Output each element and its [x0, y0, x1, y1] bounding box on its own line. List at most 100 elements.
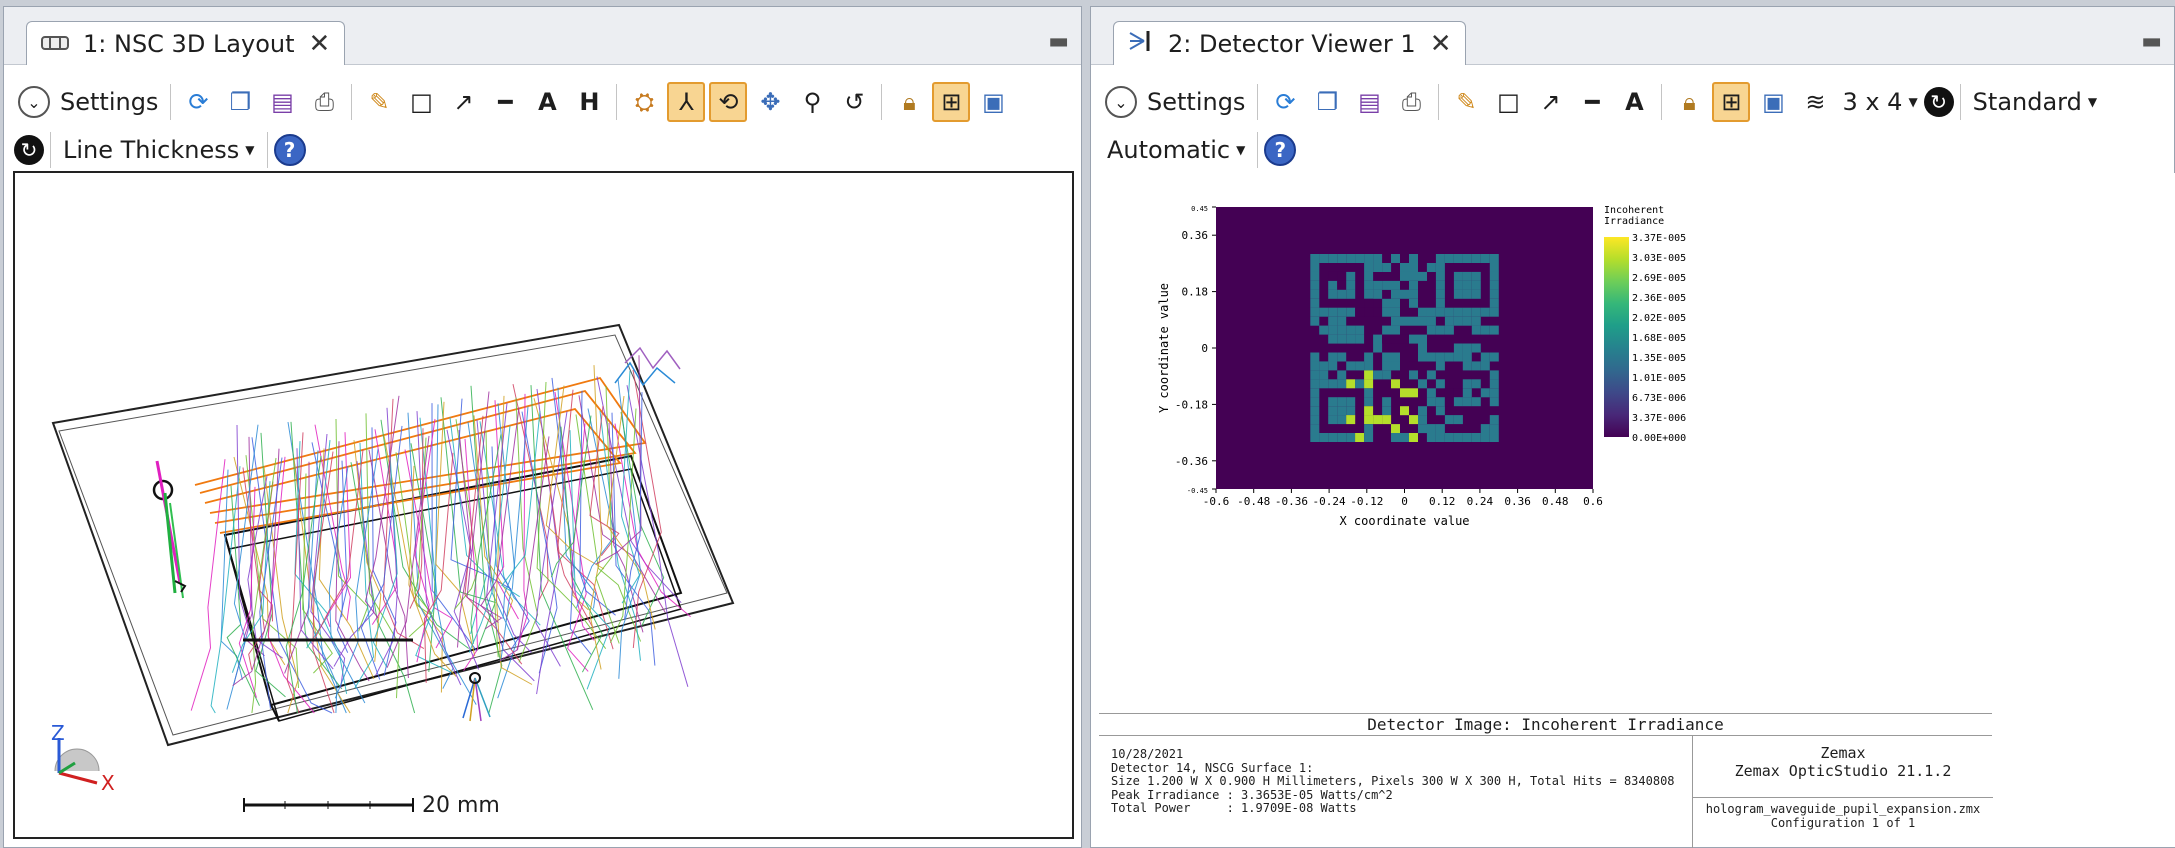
lock-icon[interactable]: 🔒︎	[1670, 82, 1708, 122]
pattern-cell	[1346, 379, 1356, 389]
rotate-object-icon[interactable]: ⟲	[709, 82, 748, 122]
save-icon[interactable]: ▤	[1350, 82, 1388, 122]
pattern-cell	[1409, 316, 1418, 326]
ray	[415, 417, 452, 673]
pattern-cell	[1319, 361, 1329, 371]
copy-icon[interactable]: ❐	[221, 82, 259, 122]
pattern-cell	[1391, 433, 1400, 442]
line-icon[interactable]: ━	[486, 82, 524, 122]
pattern-cell	[1328, 397, 1338, 407]
pattern-cell	[1480, 424, 1490, 434]
source-object	[152, 460, 187, 599]
display-mode-dropdown[interactable]: Standard ▼	[1967, 82, 2103, 122]
pattern-cell	[1418, 307, 1427, 317]
chevron-down-icon[interactable]: ⌄	[18, 86, 50, 118]
pattern-cell	[1364, 280, 1374, 290]
pattern-cell	[1462, 388, 1472, 398]
grid-layout-dropdown[interactable]: 3 x 4 ▼	[1836, 82, 1923, 122]
pattern-cell	[1444, 307, 1454, 317]
pattern-cell	[1382, 307, 1392, 317]
lock-icon[interactable]: 🔒︎	[890, 82, 928, 122]
pattern-cell	[1310, 433, 1320, 442]
pattern-cell	[1382, 325, 1392, 335]
scale-mode-dropdown[interactable]: Automatic ▼	[1101, 130, 1251, 170]
tab-detector-viewer[interactable]: 2: Detector Viewer 1 ✕	[1113, 21, 1467, 65]
pattern-cell	[1462, 343, 1472, 353]
layers-icon[interactable]: ≋	[1796, 82, 1834, 122]
pattern-cell	[1480, 388, 1490, 398]
arrow-icon[interactable]: ↗	[1531, 82, 1569, 122]
pattern-cell	[1310, 415, 1320, 425]
pattern-cell	[1346, 289, 1356, 299]
footer-line: Detector 14, NSCG Surface 1:	[1111, 760, 1314, 775]
pattern-cell	[1444, 433, 1454, 442]
tile-grid-icon[interactable]: ⊞	[1712, 82, 1751, 122]
print-icon[interactable]: ⎙	[1392, 82, 1430, 122]
rotate-view-icon[interactable]: ⛭	[625, 82, 663, 122]
3d-layout-canvas[interactable]: Z Y X 20 mm	[13, 171, 1074, 839]
footer-line: Peak Irradiance : 3.3653E-05 Watts/cm^2	[1111, 787, 1393, 802]
window-menu-icon[interactable]: ▬	[1048, 29, 1069, 54]
pan-icon[interactable]: ✥	[751, 82, 789, 122]
rectangle-icon[interactable]: □	[402, 82, 440, 122]
detector-plot-area[interactable]: -0.6 -0.48 -0.36 -0.24 -0.12 0 0.12 0.24 0.36 0.4…	[1091, 173, 2175, 848]
window-menu-icon[interactable]: ▬	[2141, 29, 2162, 54]
pencil-icon[interactable]: ✎	[360, 82, 398, 122]
pattern-cell	[1337, 307, 1347, 317]
arrow-icon[interactable]: ↗	[444, 82, 482, 122]
chevron-down-icon[interactable]: ⌄	[1105, 86, 1137, 118]
pattern-cell	[1328, 271, 1338, 281]
close-icon[interactable]: ✕	[1430, 29, 1452, 59]
footer-date: 10/28/2021	[1111, 747, 1184, 761]
pattern-cell	[1319, 433, 1329, 442]
dimension-icon[interactable]: H	[570, 82, 608, 122]
window-options-icon[interactable]: ▣	[974, 82, 1012, 122]
pattern-cell	[1328, 316, 1338, 326]
colorbar-label: 0.00E+000	[1632, 433, 1686, 444]
pattern-cell	[1364, 361, 1374, 371]
pattern-cell	[1453, 271, 1463, 281]
line-thickness-dropdown[interactable]: Line Thickness ▼	[57, 130, 261, 170]
pattern-cell	[1453, 433, 1463, 442]
save-icon[interactable]: ▤	[263, 82, 301, 122]
text-icon[interactable]: A	[528, 82, 566, 122]
pattern-cell	[1444, 397, 1454, 407]
pattern-cell	[1489, 433, 1499, 442]
pattern-cell	[1328, 406, 1338, 416]
refresh-icon[interactable]: ⟳	[1266, 82, 1304, 122]
rectangle-icon[interactable]: □	[1489, 82, 1527, 122]
axis-icon[interactable]: ⅄	[667, 82, 706, 122]
tab-strip: 2: Detector Viewer 1 ✕ ▬	[1091, 7, 2174, 65]
tile-grid-icon[interactable]: ⊞	[932, 82, 971, 122]
divider	[1959, 84, 1961, 120]
auto-update-icon[interactable]: ↻	[14, 135, 44, 165]
window-options-icon[interactable]: ▣	[1754, 82, 1792, 122]
zoom-icon[interactable]: ⚲	[793, 82, 831, 122]
refresh-icon[interactable]: ⟳	[179, 82, 217, 122]
line-icon[interactable]: ━	[1573, 82, 1611, 122]
text-icon[interactable]: A	[1615, 82, 1653, 122]
pattern-cell	[1480, 307, 1490, 317]
pattern-cell	[1489, 415, 1499, 425]
pattern-cell	[1435, 325, 1445, 335]
print-icon[interactable]: ⎙	[305, 82, 343, 122]
settings-button[interactable]: Settings	[54, 82, 164, 122]
auto-update-icon[interactable]: ↻	[1923, 87, 1954, 117]
pattern-cell	[1310, 370, 1320, 380]
footer-title: Detector Image: Incoherent Irradiance	[1099, 714, 1992, 736]
reset-view-icon[interactable]: ↺	[835, 82, 873, 122]
tab-nsc-3d-layout[interactable]: 1: NSC 3D Layout ✕	[26, 21, 346, 65]
company-name: Zemax	[1820, 744, 1866, 762]
copy-icon[interactable]: ❐	[1308, 82, 1346, 122]
pattern-cell	[1462, 307, 1472, 317]
divider	[616, 84, 618, 120]
pattern-cell	[1400, 433, 1409, 442]
layout-drawing	[51, 323, 735, 785]
help-icon[interactable]: ?	[273, 134, 306, 166]
pattern-cell	[1435, 424, 1445, 434]
settings-button[interactable]: Settings	[1141, 82, 1251, 122]
pattern-cell	[1480, 254, 1490, 263]
close-icon[interactable]: ✕	[309, 29, 331, 59]
pencil-icon[interactable]: ✎	[1447, 82, 1485, 122]
help-icon[interactable]: ?	[1264, 134, 1297, 166]
